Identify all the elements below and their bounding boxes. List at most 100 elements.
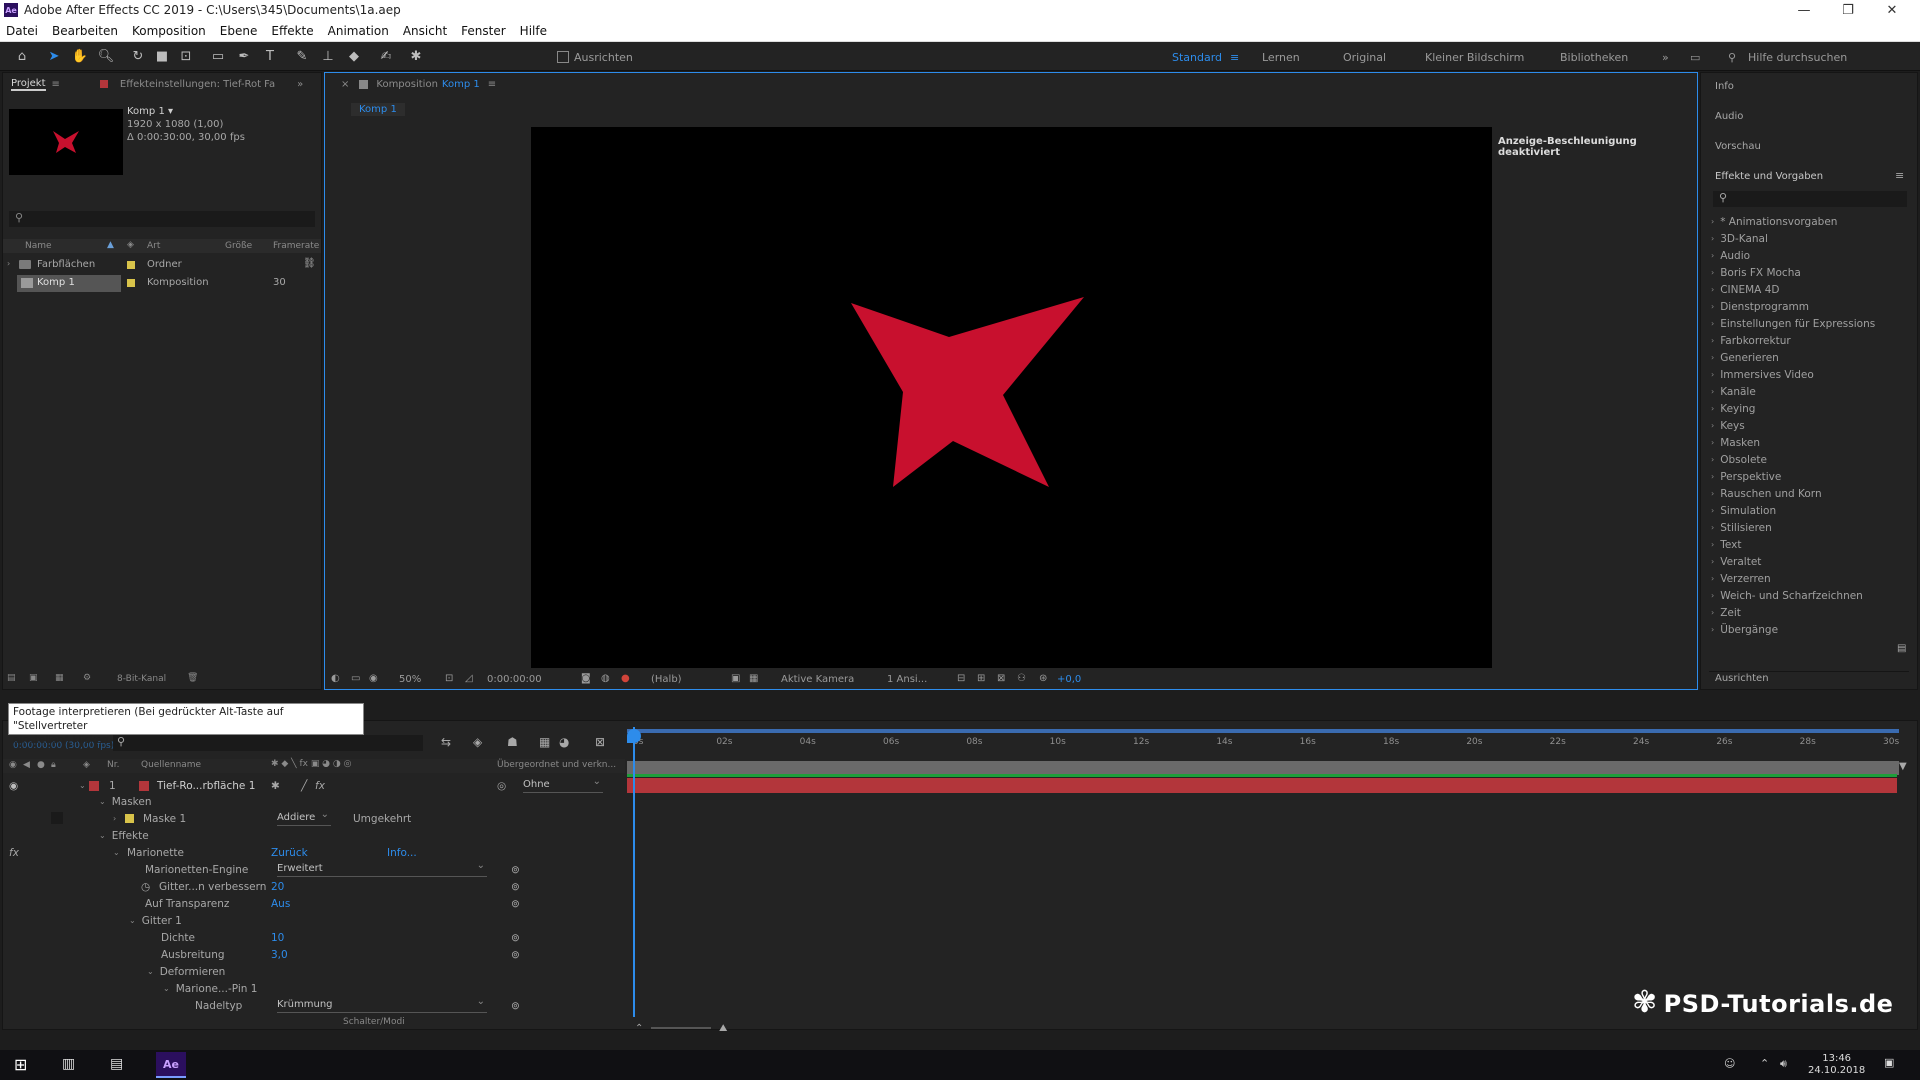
monitor-icon[interactable]: ▭ [351,673,360,684]
menu-ansicht[interactable]: Ansicht [403,24,447,38]
comp-mini-flowchart-icon[interactable]: ⇆ [441,735,451,749]
expand-arrow-icon[interactable]: › [1711,268,1714,277]
audio-icon[interactable]: ◀ [23,760,30,770]
mask-color-swatch[interactable] [125,814,134,823]
expression-link-icon[interactable]: ⊚ [511,881,520,893]
col-name[interactable]: Name [25,241,52,251]
expand-arrow-icon[interactable]: › [1711,319,1714,328]
project-settings-icon[interactable]: ⚙ [83,673,91,683]
mask-lock-checkbox[interactable] [51,812,63,824]
switches-modes-toggle[interactable]: Schalter/Modi [343,1017,405,1027]
effects-group[interactable]: ⌄ Effekte [99,827,149,844]
comp-subtab[interactable]: Komp 1 [351,103,405,116]
zoom-dropdown[interactable]: 50% [399,674,421,685]
workspace-standard[interactable]: Standard [1172,51,1222,64]
preview-panel-title[interactable]: Vorschau [1715,141,1761,152]
clock[interactable]: 13:46 24.10.2018 [1808,1053,1865,1077]
effects-category[interactable]: › Keys [1705,417,1905,434]
comp-viewer-canvas[interactable] [531,127,1492,668]
effects-category[interactable]: › Immersives Video [1705,366,1905,383]
expansion-row[interactable]: Ausbreitung 3,0 ⊚ [3,946,625,963]
views-dropdown[interactable]: 1 Ansi... [887,674,927,685]
expand-arrow-icon[interactable]: › [1711,353,1714,362]
transparency-value[interactable]: Aus [271,898,290,910]
expand-arrow-icon[interactable]: › [1711,489,1714,498]
expand-arrow-icon[interactable]: › [1711,438,1714,447]
workspace-kleiner-bildschirm[interactable]: Kleiner Bildschirm [1425,51,1524,64]
menu-hilfe[interactable]: Hilfe [520,24,547,38]
expand-arrow-icon[interactable]: › [1711,523,1714,532]
collapse-arrow-icon[interactable]: ⌄ [147,967,154,976]
transparency-grid-icon[interactable]: ▦ [749,673,758,684]
layer-fx-icon[interactable]: fx [315,780,325,792]
effects-category[interactable]: › Generieren [1705,349,1905,366]
roto-brush-tool-icon[interactable]: ✍ [376,47,396,65]
trash-icon[interactable]: 🗑︎ [187,673,198,683]
info-link[interactable]: Info... [387,847,417,859]
pin1-group[interactable]: ⌄ Marione...-Pin 1 [163,980,257,997]
expand-arrow-icon[interactable]: › [113,814,116,823]
bpc-label[interactable]: 8-Bit-Kanal [117,674,166,684]
engine-dropdown[interactable]: Erweitert [277,860,487,877]
effects-panel-menu-icon[interactable]: ≡ [1895,169,1904,182]
expand-arrow-icon[interactable]: › [1711,404,1714,413]
effects-category[interactable]: › 3D-Kanal [1705,230,1905,247]
new-composition-icon[interactable]: ▦ [55,673,64,683]
expand-arrow-icon[interactable]: › [1711,421,1714,430]
effects-category[interactable]: › Einstellungen für Expressions [1705,315,1905,332]
timeline-icon[interactable]: ⊠ [997,673,1005,684]
minimize-button[interactable]: — [1782,0,1826,20]
help-search-input[interactable]: Hilfe durchsuchen [1748,51,1847,64]
audio-panel-title[interactable]: Audio [1715,111,1743,122]
menu-fenster[interactable]: Fenster [461,24,506,38]
engine-row[interactable]: Marionetten-Engine Erweitert ⊚ [3,860,625,878]
graph-editor-icon[interactable]: ⊠ [595,735,605,749]
grid1-group[interactable]: ⌄ Gitter 1 [129,912,182,929]
volume-icon[interactable]: 🔊︎ [1780,1057,1787,1071]
maximize-button[interactable]: ❐ [1826,0,1870,20]
reset-link[interactable]: Zurück [271,847,308,859]
expand-arrow-icon[interactable]: › [1711,217,1714,226]
draft-3d-icon[interactable]: ◈ [473,735,482,749]
project-search-input[interactable]: ⚲ [9,211,315,227]
expand-arrow-icon[interactable]: › [1711,625,1714,634]
parent-dropdown[interactable]: Ohne [523,776,603,793]
always-preview-icon[interactable]: ◐ [331,673,340,684]
menu-effekte[interactable]: Effekte [271,24,313,38]
task-view-icon[interactable]: ▥ [62,1056,75,1072]
tab-effekteinstellungen[interactable]: Effekteinstellungen: Tief-Rot Fa [120,79,275,90]
transparency-row[interactable]: Auf Transparenz Aus ⊚ [3,895,625,912]
playhead-line[interactable] [633,727,635,1017]
search-panel-icon[interactable]: ▭ [1690,51,1700,64]
col-source-name[interactable]: Quellenname [141,760,201,770]
expand-arrow-icon[interactable]: › [1711,251,1714,260]
align-panel-title[interactable]: Ausrichten [1715,673,1769,684]
expand-arrow-icon[interactable]: › [1711,336,1714,345]
zoom-slider[interactable] [651,1027,711,1029]
menu-komposition[interactable]: Komposition [132,24,206,38]
effects-category[interactable]: › Perspektive [1705,468,1905,485]
effects-category[interactable]: › Farbkorrektur [1705,332,1905,349]
snapshot-icon[interactable]: ◙ [581,673,591,684]
file-explorer-icon[interactable]: ▤ [110,1056,123,1072]
after-effects-taskbar-icon[interactable]: Ae [156,1052,186,1078]
puppet-pin-tool-icon[interactable]: ✱ [406,47,426,65]
comp-tab-name[interactable]: Komp 1 [442,79,480,90]
fast-preview-icon[interactable]: ⊞ [977,673,985,684]
effects-category[interactable]: › Kanäle [1705,383,1905,400]
layer-quality-icon[interactable]: ╱ [301,780,307,792]
pintype-dropdown[interactable]: Krümmung [277,996,487,1013]
effects-category[interactable]: › Zeit [1705,604,1905,621]
menu-ebene[interactable]: Ebene [220,24,258,38]
new-folder-icon[interactable]: ▣ [29,673,38,683]
mask1-row[interactable]: › Maske 1 Addiere Umgekehrt [3,809,625,827]
hand-tool-icon[interactable]: ✋ [70,47,90,65]
pen-tool-icon[interactable]: ✒ [234,47,254,65]
timeline-scroll-icon[interactable]: ▼ [1899,761,1907,772]
text-tool-icon[interactable]: T [260,47,280,65]
effects-category[interactable]: › Boris FX Mocha [1705,264,1905,281]
lock-icon[interactable] [359,79,369,89]
collapse-arrow-icon[interactable]: ⌄ [163,984,170,993]
close-tab-icon[interactable]: × [341,79,349,90]
mask-visibility-icon[interactable]: ◉ [369,673,378,684]
